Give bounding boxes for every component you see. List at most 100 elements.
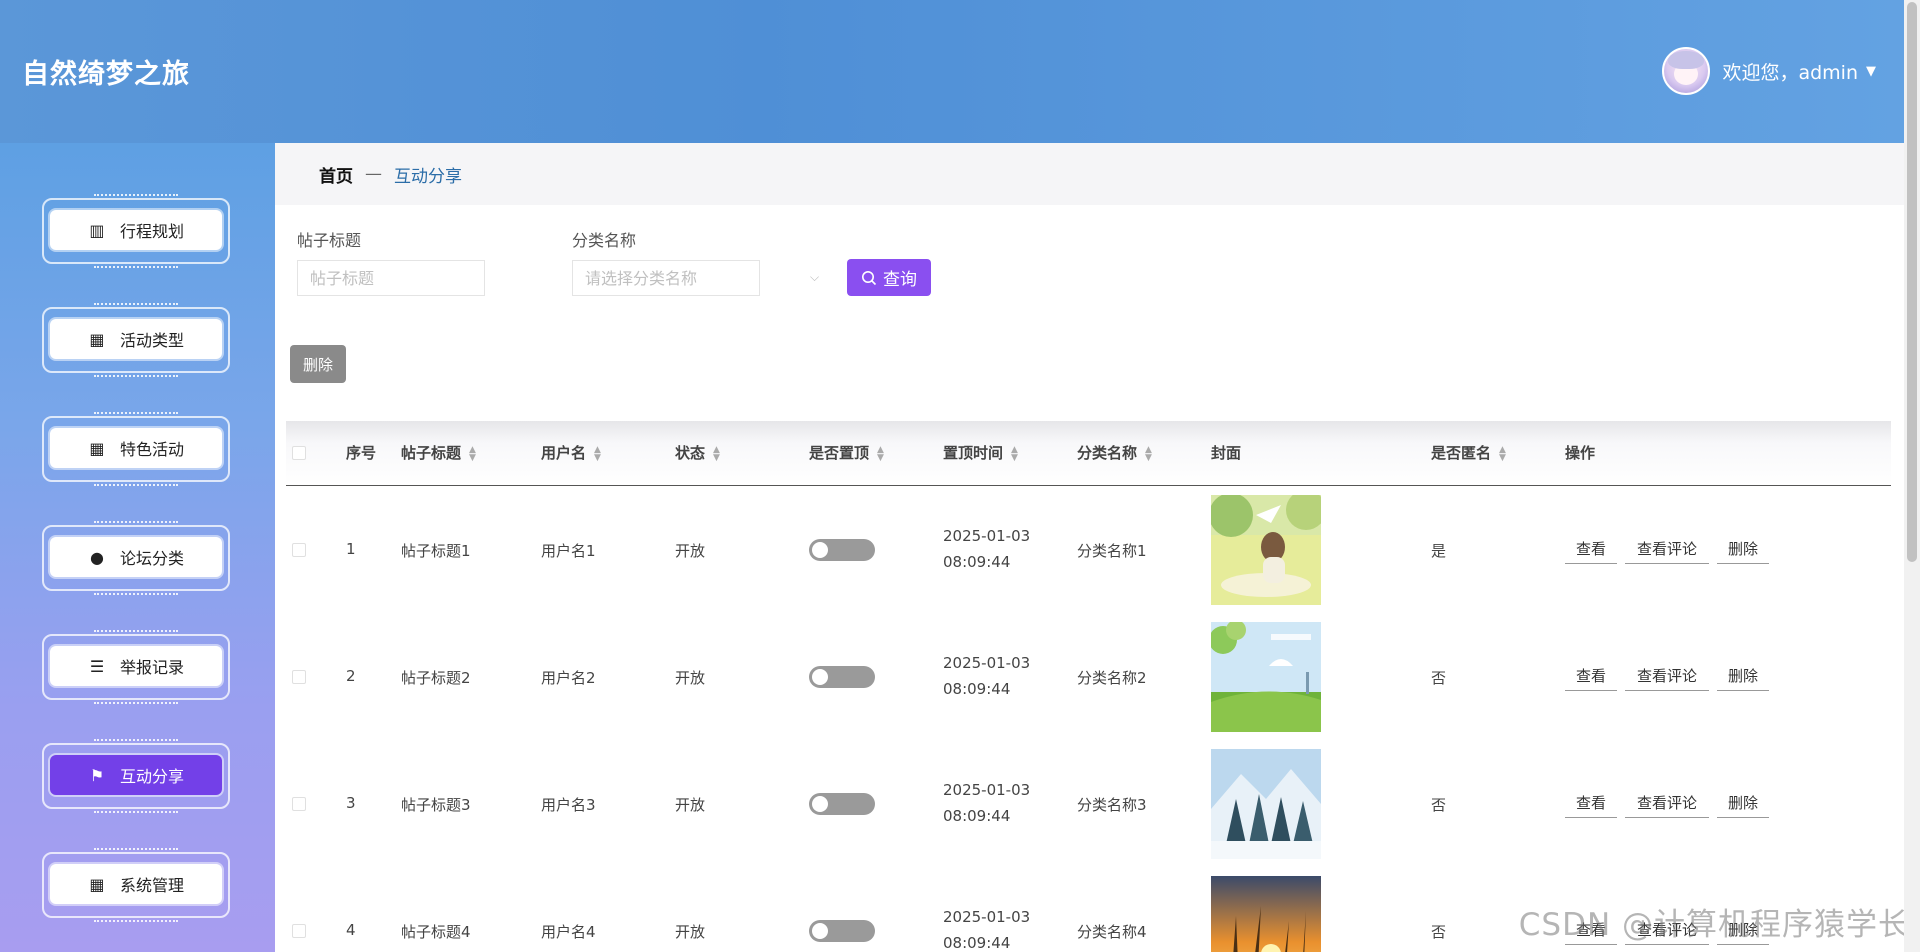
- cell-index: 1: [346, 540, 356, 558]
- cell-pin-time: 2025-01-03 08:09:44: [943, 908, 1031, 952]
- breadcrumb: 首页 — 互动分享: [275, 143, 1904, 205]
- view-comments-button[interactable]: 查看评论: [1625, 536, 1709, 564]
- cell-index: 3: [346, 794, 356, 812]
- category-label: 分类名称: [572, 231, 637, 250]
- cell-username: 用户名4: [541, 923, 596, 941]
- row-checkbox[interactable]: [292, 543, 306, 557]
- cell-username: 用户名3: [541, 796, 596, 814]
- pinned-toggle[interactable]: [809, 666, 875, 688]
- pinned-toggle[interactable]: [809, 539, 875, 561]
- sidebar-item-1[interactable]: ▥ 行程规划: [42, 194, 230, 268]
- table-row: 1 帖子标题1 用户名1 开放 2025-01-03 08:09:44 分类名称1 是 查看查…: [286, 487, 1891, 614]
- sidebar-item-7[interactable]: ▦ 系统管理: [42, 848, 230, 922]
- col-category-header[interactable]: 分类名称 ▲ ▼: [1077, 421, 1152, 486]
- pinned-toggle[interactable]: [809, 920, 875, 942]
- select-all-checkbox[interactable]: [292, 446, 306, 460]
- sidebar-item-label: 举报记录: [119, 658, 184, 677]
- sort-icon[interactable]: ▲ ▼: [877, 445, 884, 462]
- vertical-scrollbar[interactable]: [1904, 0, 1920, 952]
- table-row: 3 帖子标题3 用户名3 开放 2025-01-03 08:09:44 分类名称3 否 查看查…: [286, 741, 1891, 868]
- sort-icon[interactable]: ▲ ▼: [713, 445, 720, 462]
- col-username-header[interactable]: 用户名 ▲ ▼: [541, 421, 601, 486]
- chevron-down-icon[interactable]: ⌵: [810, 270, 819, 285]
- search-button[interactable]: 查询: [847, 259, 931, 296]
- breadcrumb-current: 互动分享: [394, 166, 462, 187]
- row-checkbox[interactable]: [292, 924, 306, 938]
- cell-category: 分类名称1: [1077, 542, 1147, 560]
- sidebar-button[interactable]: ☰ 举报记录: [50, 646, 222, 686]
- cell-category: 分类名称2: [1077, 669, 1147, 687]
- delete-row-button[interactable]: 删除: [1717, 536, 1769, 564]
- sidebar-item-6[interactable]: ⚑ 互动分享: [42, 739, 230, 813]
- view-button[interactable]: 查看: [1565, 663, 1617, 691]
- sliders-icon: ☰: [89, 656, 105, 676]
- cell-anonymous: 否: [1431, 796, 1447, 814]
- user-menu[interactable]: 欢迎您，admin ▼: [1662, 47, 1876, 95]
- view-comments-button[interactable]: 查看评论: [1625, 790, 1709, 818]
- column-label: 分类名称: [1077, 444, 1138, 462]
- sidebar-button[interactable]: ● 论坛分类: [50, 537, 222, 577]
- category-select[interactable]: [572, 260, 760, 296]
- view-button[interactable]: 查看: [1565, 790, 1617, 818]
- col-status-header[interactable]: 状态 ▲ ▼: [675, 421, 720, 486]
- row-checkbox[interactable]: [292, 797, 306, 811]
- view-button[interactable]: 查看: [1565, 536, 1617, 564]
- cell-anonymous: 否: [1431, 669, 1447, 687]
- sidebar-button[interactable]: ▥ 行程规划: [50, 210, 222, 250]
- avatar[interactable]: [1662, 47, 1711, 95]
- scrollbar-thumb[interactable]: [1907, 2, 1917, 562]
- column-label: 封面: [1211, 444, 1242, 462]
- title-label: 帖子标题: [297, 231, 362, 250]
- welcome-text[interactable]: 欢迎您，admin: [1722, 58, 1858, 85]
- sidebar: ▥ 行程规划 ▦ 活动类型 ▦ 特色活动 ● 论坛分类 ☰ 举报记录 ⚑ 互动分享 ▦ 系统管理: [0, 143, 275, 952]
- delete-row-button[interactable]: 删除: [1717, 790, 1769, 818]
- grid-icon: ▦: [89, 438, 105, 458]
- search-icon: [862, 270, 877, 285]
- sidebar-button[interactable]: ⚑ 互动分享: [50, 755, 222, 795]
- grid-icon: ▦: [89, 329, 105, 349]
- col-anonymous-header[interactable]: 是否匿名 ▲ ▼: [1431, 421, 1506, 486]
- col-cover-header: 封面: [1211, 421, 1241, 486]
- pinned-toggle[interactable]: [809, 793, 875, 815]
- breadcrumb-separator: —: [365, 164, 382, 184]
- breadcrumb-home[interactable]: 首页: [319, 162, 353, 187]
- column-label: 状态: [675, 444, 706, 462]
- sidebar-button[interactable]: ▦ 活动类型: [50, 319, 222, 359]
- sort-icon[interactable]: ▲ ▼: [1011, 445, 1018, 462]
- sort-icon[interactable]: ▲ ▼: [1499, 445, 1506, 462]
- cell-anonymous: 是: [1431, 542, 1447, 560]
- cell-category: 分类名称4: [1077, 923, 1147, 941]
- title-search-input[interactable]: [297, 260, 485, 296]
- sidebar-item-4[interactable]: ● 论坛分类: [42, 521, 230, 595]
- cell-username: 用户名2: [541, 669, 596, 687]
- sort-icon[interactable]: ▲ ▼: [469, 445, 476, 462]
- flag-icon: ⚑: [89, 765, 105, 785]
- view-comments-button[interactable]: 查看评论: [1625, 663, 1709, 691]
- row-checkbox[interactable]: [292, 670, 306, 684]
- cell-username: 用户名1: [541, 542, 596, 560]
- sidebar-item-label: 互动分享: [119, 767, 184, 786]
- sidebar-item-2[interactable]: ▦ 活动类型: [42, 303, 230, 377]
- sidebar-item-3[interactable]: ▦ 特色活动: [42, 412, 230, 486]
- col-pin-time-header[interactable]: 置顶时间 ▲ ▼: [943, 421, 1018, 486]
- sort-icon[interactable]: ▲ ▼: [594, 445, 601, 462]
- watermark: CSDN @计算机程序猿学长: [1518, 907, 1910, 943]
- column-label: 是否匿名: [1431, 444, 1492, 462]
- sidebar-button[interactable]: ▦ 特色活动: [50, 428, 222, 468]
- sort-icon[interactable]: ▲ ▼: [1145, 445, 1152, 462]
- cover-image: [1211, 495, 1321, 605]
- caret-down-icon[interactable]: ▼: [1866, 64, 1876, 79]
- delete-row-button[interactable]: 删除: [1717, 663, 1769, 691]
- col-title-header[interactable]: 帖子标题 ▲ ▼: [401, 421, 476, 486]
- cell-index: 4: [346, 921, 356, 939]
- app-title: 自然绮梦之旅: [22, 59, 190, 90]
- table-row: 2 帖子标题2 用户名2 开放 2025-01-03 08:09:44 分类名称2 否 查看查…: [286, 614, 1891, 741]
- cell-title: 帖子标题1: [401, 542, 471, 560]
- sidebar-button[interactable]: ▦ 系统管理: [50, 864, 222, 904]
- cover-image: [1211, 622, 1321, 732]
- data-table: 序号 帖子标题 ▲ ▼ 用户名 ▲ ▼ 状态 ▲ ▼ 是否置顶 ▲ ▼ 置顶时间 ▲ ▼ 分类名称 ▲ ▼ 封面 是否匿…: [286, 421, 1891, 952]
- cell-status: 开放: [675, 669, 706, 687]
- bulk-delete-button[interactable]: 删除: [290, 345, 346, 383]
- col-pinned-header[interactable]: 是否置顶 ▲ ▼: [809, 421, 884, 486]
- sidebar-item-5[interactable]: ☰ 举报记录: [42, 630, 230, 704]
